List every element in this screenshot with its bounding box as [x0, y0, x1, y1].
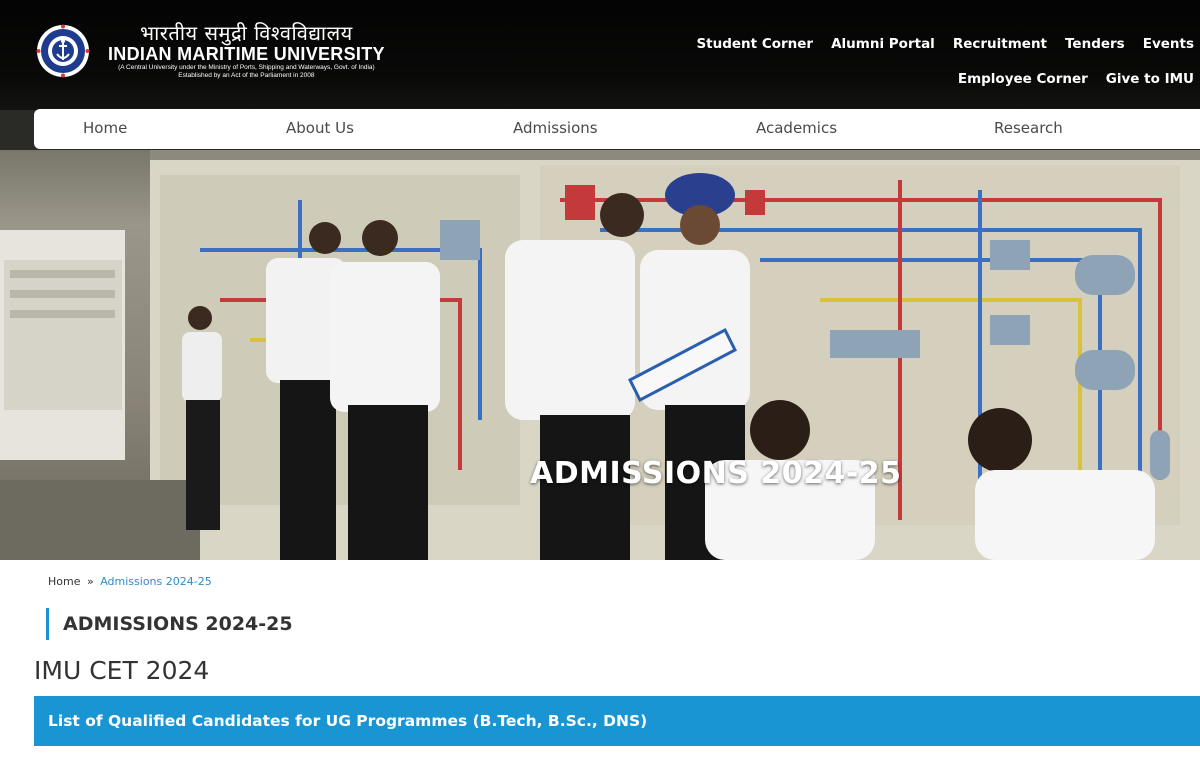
breadcrumb-separator: »	[86, 575, 94, 588]
top-link-tenders[interactable]: Tenders	[1047, 36, 1125, 52]
section-heading: ADMISSIONS 2024-25	[46, 608, 293, 640]
breadcrumb-home[interactable]: Home	[48, 575, 80, 588]
top-links-row-2: Employee Corner Give to IMU	[674, 71, 1194, 87]
nav-item-admissions[interactable]: Admissions	[513, 119, 598, 137]
hero-title: ADMISSIONS 2024-25	[530, 456, 902, 491]
top-link-employee-corner[interactable]: Employee Corner	[940, 71, 1088, 87]
nav-item-research[interactable]: Research	[994, 119, 1063, 137]
top-link-student-corner[interactable]: Student Corner	[678, 36, 813, 52]
qualified-candidates-accordion[interactable]: List of Qualified Candidates for UG Prog…	[34, 696, 1200, 746]
hero-banner: भारतीय समुद्री विश्वविद्यालय INDIAN MARI…	[0, 0, 1200, 560]
nav-item-academics[interactable]: Academics	[756, 119, 837, 137]
site-logo[interactable]: भारतीय समुद्री विश्वविद्यालय INDIAN MARI…	[36, 22, 385, 80]
logo-subtitle-1: (A Central University under the Ministry…	[118, 64, 375, 71]
top-link-give-to-imu[interactable]: Give to IMU	[1088, 71, 1194, 87]
nav-item-about-us[interactable]: About Us	[286, 119, 354, 137]
logo-university-name: INDIAN MARITIME UNIVERSITY	[108, 44, 385, 64]
top-links: Student Corner Alumni Portal Recruitment…	[674, 36, 1194, 87]
imu-emblem-icon	[36, 24, 90, 78]
breadcrumb: Home » Admissions 2024-25	[48, 575, 212, 588]
top-link-events[interactable]: Events	[1125, 36, 1194, 52]
top-link-alumni-portal[interactable]: Alumni Portal	[813, 36, 935, 52]
top-links-row-1: Student Corner Alumni Portal Recruitment…	[674, 36, 1194, 52]
logo-subtitle-2: Established by an Act of the Parliament …	[178, 72, 315, 79]
nav-item-home[interactable]: Home	[83, 119, 127, 137]
breadcrumb-current: Admissions 2024-25	[100, 575, 212, 588]
logo-hindi-text: भारतीय समुद्री विश्वविद्यालय	[140, 21, 353, 45]
top-link-recruitment[interactable]: Recruitment	[935, 36, 1047, 52]
page-subtitle: IMU CET 2024	[34, 656, 210, 685]
main-nav: Home About Us Admissions Academics Resea…	[34, 109, 1200, 149]
